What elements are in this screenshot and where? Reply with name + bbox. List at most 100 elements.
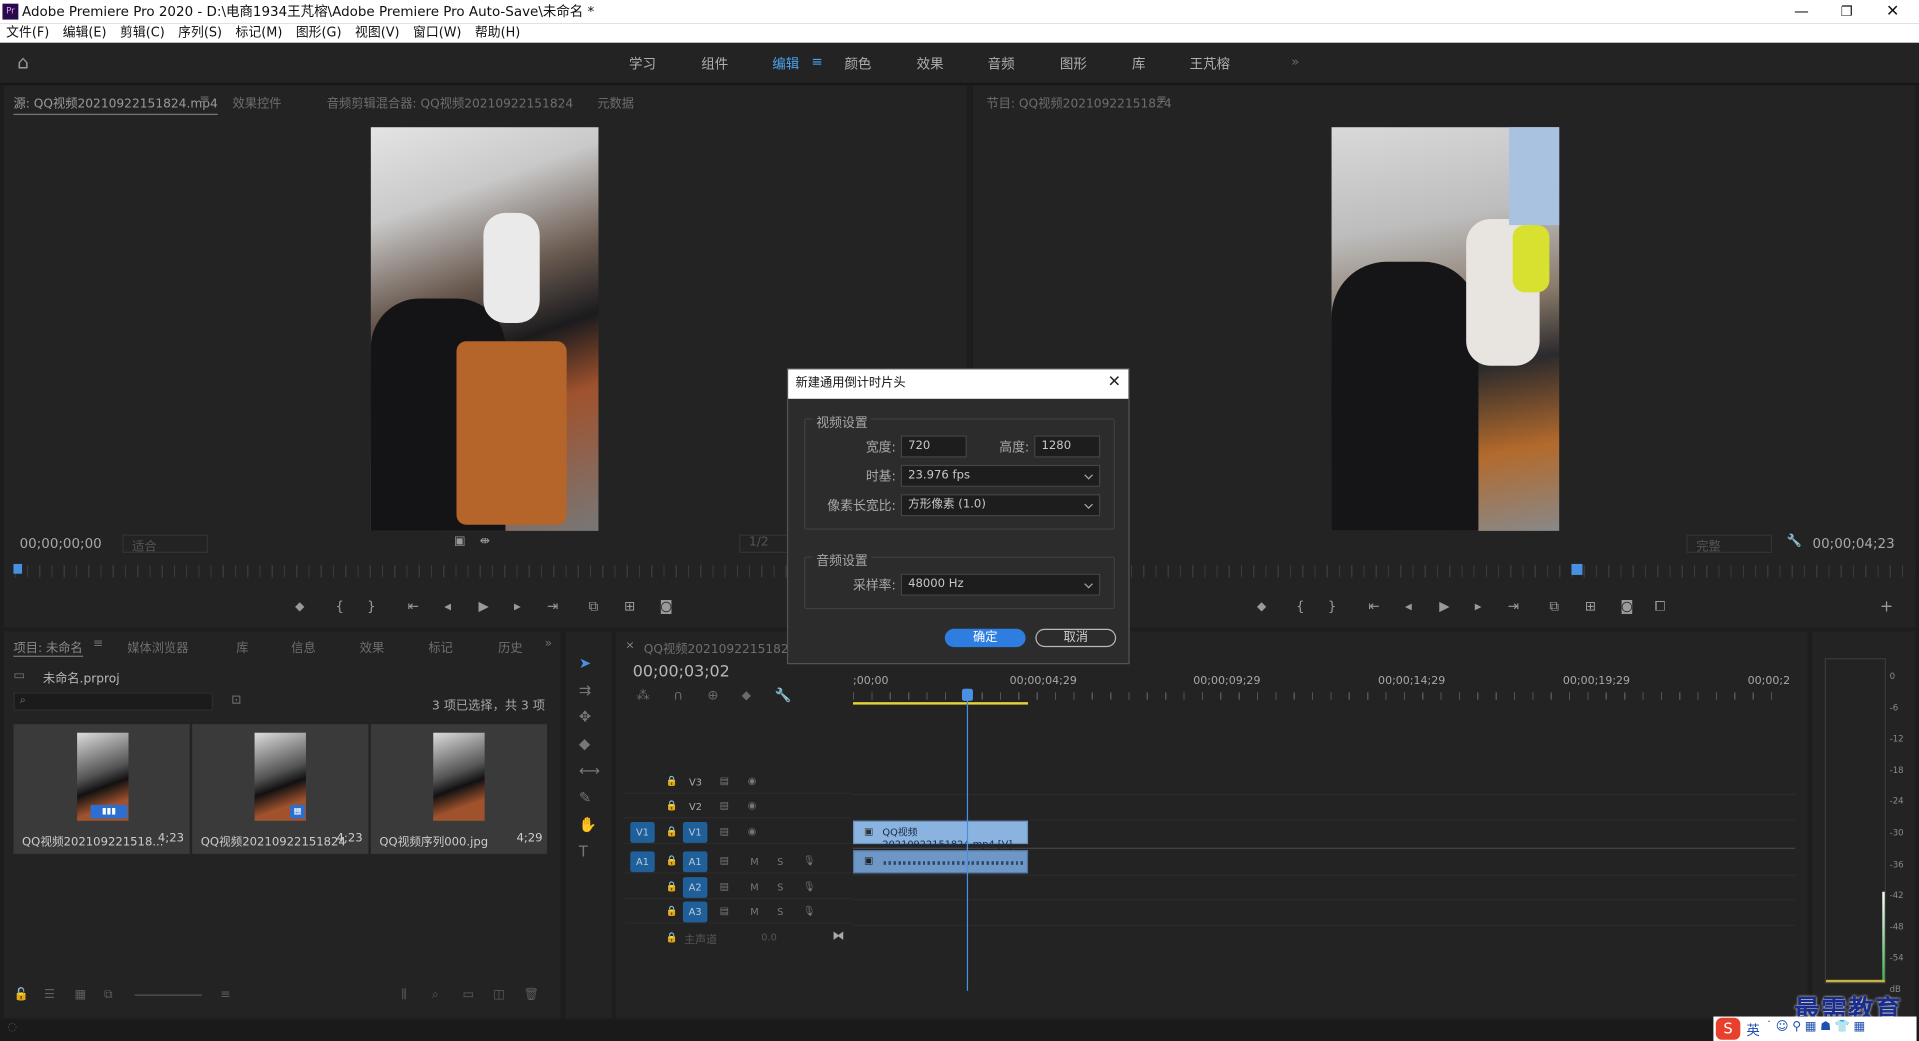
master-volume[interactable]: 0.0	[761, 932, 777, 943]
project-item[interactable]: QQ视频序列000.jpg 4;29	[370, 724, 548, 854]
project-item[interactable]: ▮▮▮ QQ视频202109221518... 4;23	[13, 724, 190, 854]
timeline-timecode[interactable]: 00;00;03;02	[633, 663, 730, 681]
track-lock-icon[interactable]: 🔒	[666, 905, 678, 916]
more-panels-icon[interactable]: »	[545, 637, 552, 650]
track-target-a2[interactable]: A2	[682, 877, 708, 898]
dialog-close-icon[interactable]: ✕	[1108, 373, 1121, 391]
source-playhead[interactable]	[13, 563, 23, 574]
insert-clip-icon[interactable]: ⧉	[589, 598, 599, 615]
timeline-playhead[interactable]	[966, 688, 969, 991]
track-lock-icon[interactable]: 🔒	[666, 776, 678, 787]
cancel-button[interactable]: 取消	[1035, 628, 1117, 648]
menu-clip[interactable]: 剪辑(C)	[120, 23, 165, 43]
history-tab[interactable]: 历史	[498, 637, 522, 655]
pen-tool-icon[interactable]: ✎	[579, 784, 599, 811]
source-tab[interactable]: 源: QQ视频20210922151824.mp4	[13, 93, 218, 115]
insert-icon[interactable]: ▣	[454, 535, 466, 548]
drag-video-icon[interactable]: ⇼	[480, 535, 490, 548]
go-to-end-icon[interactable]: ⧓	[832, 930, 844, 943]
effect-controls-tab[interactable]: 效果控件	[233, 93, 282, 111]
timeline-playhead-handle[interactable]	[961, 688, 973, 701]
extract-icon[interactable]: ⊞	[1585, 598, 1596, 614]
play-icon[interactable]: ▶	[479, 598, 489, 614]
metadata-tab[interactable]: 元数据	[597, 93, 634, 111]
nest-icon[interactable]: ⁂	[636, 687, 649, 703]
mute-button[interactable]: M	[750, 856, 758, 867]
home-icon[interactable]: ⌂	[17, 51, 29, 73]
mute-button[interactable]: M	[750, 882, 758, 893]
menu-graphics[interactable]: 图形(G)	[296, 23, 342, 43]
tab-color[interactable]: 颜色	[844, 54, 871, 74]
lock-icon[interactable]: 🔓	[13, 988, 28, 1001]
automate-icon[interactable]: ⫼	[401, 988, 407, 1001]
source-ratio-select[interactable]: 1/2	[739, 534, 794, 553]
menu-view[interactable]: 视图(V)	[355, 23, 400, 43]
mark-in-icon[interactable]: {	[335, 598, 344, 614]
project-menu-icon[interactable]: ≡	[93, 637, 103, 650]
track-area[interactable]: ▣ QQ视频20210922151824.mp4 [V] ▣	[853, 771, 1796, 954]
microphone-icon[interactable]: 🎙	[803, 855, 815, 866]
solo-button[interactable]: S	[777, 856, 783, 867]
video-clip[interactable]: ▣ QQ视频20210922151824.mp4 [V]	[853, 820, 1029, 850]
marker-icon[interactable]: ⬥	[295, 598, 304, 615]
media-browser-tab[interactable]: 媒体浏览器	[127, 637, 188, 655]
tab-libraries[interactable]: 库	[1132, 54, 1145, 74]
sync-lock-icon[interactable]: ▤	[720, 800, 729, 811]
more-workspaces-icon[interactable]: »	[1291, 54, 1299, 70]
menu-edit[interactable]: 编辑(E)	[63, 23, 107, 43]
linked-selection-icon[interactable]: ⊕	[707, 687, 718, 703]
step-back-icon[interactable]: ◂	[444, 598, 451, 614]
track-target-v1[interactable]: V1	[682, 822, 708, 843]
program-quality-select[interactable]: 完整	[1686, 534, 1773, 554]
microphone-icon[interactable]: 🎙	[803, 881, 815, 892]
effects-tab[interactable]: 效果	[360, 637, 384, 655]
menu-help[interactable]: 帮助(H)	[475, 23, 520, 43]
info-tab[interactable]: 信息	[291, 637, 315, 655]
menu-marker[interactable]: 标记(M)	[236, 23, 283, 43]
slip-tool-icon[interactable]: ⟷	[579, 757, 600, 784]
sort-icon[interactable]: ≡	[220, 988, 230, 1001]
marker-icon[interactable]: ⬥	[1257, 598, 1266, 615]
restore-icon[interactable]: ❐	[1841, 0, 1853, 23]
menu-lines-icon[interactable]: ≡	[811, 54, 822, 70]
solo-button[interactable]: S	[777, 882, 783, 893]
microphone-icon[interactable]: 🎙	[803, 905, 815, 916]
timebase-select[interactable]: 23.976 fps	[900, 464, 1101, 487]
source-fit-select[interactable]: 适合	[122, 534, 209, 554]
track-lock-icon[interactable]: 🔒	[666, 855, 678, 866]
timeline-ruler[interactable]: ;00;00 00;00;04;29 00;00;09;29 00;00;14;…	[853, 673, 1790, 707]
ime-language[interactable]: 英	[1746, 1020, 1759, 1040]
audio-clip[interactable]: ▣	[853, 850, 1029, 874]
ripple-edit-tool-icon[interactable]: ✥	[579, 703, 599, 730]
ime-tool-icons[interactable]: ˙☺⚲▦☗👕▦	[1766, 1020, 1869, 1033]
sync-lock-icon[interactable]: ▤	[720, 776, 729, 787]
track-target-a3[interactable]: A3	[682, 901, 708, 923]
camera-icon[interactable]: ◙	[660, 598, 673, 614]
tab-effects[interactable]: 效果	[917, 54, 944, 74]
track-lock-icon[interactable]: 🔒	[666, 826, 678, 837]
step-back-icon[interactable]: ◂	[1405, 598, 1412, 614]
razor-tool-icon[interactable]: ◆	[579, 730, 599, 757]
new-bin-from-search-icon[interactable]: ⊡	[231, 694, 241, 707]
eye-icon[interactable]: ◉	[748, 826, 757, 837]
overwrite-clip-icon[interactable]: ⊞	[624, 598, 635, 614]
mark-in-icon[interactable]: {	[1296, 598, 1305, 614]
step-forward-icon[interactable]: ▸	[514, 598, 521, 614]
hand-tool-icon[interactable]: ✋	[579, 811, 599, 838]
eye-icon[interactable]: ◉	[748, 800, 757, 811]
go-to-in-icon[interactable]: ⇤	[408, 598, 419, 614]
sync-lock-icon[interactable]: ▤	[720, 826, 729, 837]
menu-sequence[interactable]: 序列(S)	[178, 23, 222, 43]
eye-icon[interactable]: ◉	[748, 776, 757, 787]
source-timecode[interactable]: 00;00;00;00	[20, 536, 102, 552]
program-timecode[interactable]: 00;00;04;23	[1813, 536, 1895, 552]
sync-lock-icon[interactable]: ▤	[720, 855, 729, 866]
program-menu-icon[interactable]: ≡	[1157, 93, 1167, 106]
go-to-out-icon[interactable]: ⇥	[1508, 598, 1519, 614]
sample-rate-select[interactable]: 48000 Hz	[900, 573, 1101, 596]
mark-out-icon[interactable]: }	[367, 598, 376, 614]
tab-graphics[interactable]: 图形	[1060, 54, 1087, 74]
wrench-icon[interactable]: 🔧	[1787, 535, 1802, 548]
go-to-in-icon[interactable]: ⇤	[1368, 598, 1379, 614]
snap-icon[interactable]: ∩	[673, 687, 683, 703]
